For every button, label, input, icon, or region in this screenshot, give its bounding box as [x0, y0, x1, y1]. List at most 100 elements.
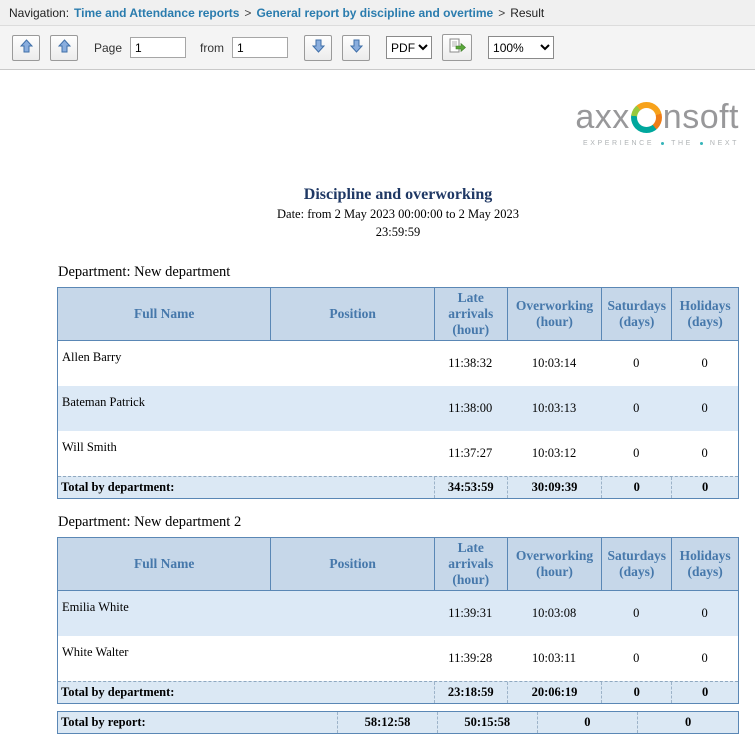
value-cell — [270, 341, 434, 386]
logo-text-left: axx — [575, 100, 629, 134]
up-arrow-icon — [58, 39, 71, 56]
report-date-line1: Date: from 2 May 2023 00:00:00 to 2 May … — [57, 207, 739, 222]
table-row: Allen Barry11:38:3210:03:1400 — [58, 341, 738, 386]
department-total-value: 23:18:59 — [434, 682, 507, 703]
breadcrumb-link-reports[interactable]: Time and Attendance reports — [74, 6, 239, 20]
export-icon — [448, 38, 467, 57]
report-total-label: Total by report: — [58, 712, 337, 733]
value-cell: 10:03:11 — [507, 636, 602, 681]
breadcrumb-separator: > — [244, 6, 251, 20]
value-cell: 0 — [601, 636, 671, 681]
department-total-value: 0 — [601, 477, 671, 498]
breadcrumb-bar: Navigation: Time and Attendance reports … — [0, 0, 755, 26]
value-cell: 0 — [601, 431, 671, 476]
value-cell: 0 — [671, 591, 738, 636]
first-page-button[interactable] — [12, 35, 40, 61]
full-name-cell: Allen Barry — [58, 341, 270, 386]
from-label: from — [200, 41, 224, 55]
total-pages-input[interactable] — [232, 37, 288, 58]
value-cell — [270, 386, 434, 431]
report-table: Full NamePositionLate arrivals (hour)Ove… — [57, 537, 739, 704]
value-cell: 11:37:27 — [434, 431, 507, 476]
report-content: Discipline and overworking Date: from 2 … — [57, 70, 739, 734]
breadcrumb-prefix: Navigation: — [9, 6, 69, 20]
toolbar: Page from PDF 100% — [0, 26, 755, 70]
value-cell: 11:38:00 — [434, 386, 507, 431]
full-name-cell: Emilia White — [58, 591, 270, 636]
next-page-button[interactable] — [304, 35, 332, 61]
value-cell: 10:03:12 — [507, 431, 602, 476]
breadcrumb-current: Result — [510, 6, 544, 20]
department-total-label: Total by department: — [58, 477, 434, 498]
table-row: White Walter11:39:2810:03:1100 — [58, 636, 738, 681]
page-number-input[interactable] — [130, 37, 186, 58]
value-cell: 10:03:08 — [507, 591, 602, 636]
value-cell: 10:03:14 — [507, 341, 602, 386]
report-total-value: 50:15:58 — [437, 712, 537, 733]
down-arrow-icon — [350, 39, 363, 56]
department-total-value: 0 — [671, 477, 738, 498]
value-cell — [270, 431, 434, 476]
department-label: Department: New department — [58, 264, 739, 281]
value-cell: 0 — [601, 341, 671, 386]
column-header: Saturdays (days) — [601, 538, 671, 590]
column-header: Holidays (days) — [671, 288, 738, 340]
logo-tagline: EXPERIENCE THE NEXT — [575, 140, 739, 147]
report-total-value: 58:12:58 — [337, 712, 437, 733]
column-header: Saturdays (days) — [601, 288, 671, 340]
table-row: Bateman Patrick11:38:0010:03:1300 — [58, 386, 738, 431]
full-name-cell: Will Smith — [58, 431, 270, 476]
department-total-row: Total by department:23:18:5920:06:1900 — [58, 681, 738, 703]
axxonsoft-logo: axx nsoft EXPERIENCE THE NEXT — [575, 100, 739, 147]
report-date-line2: 23:59:59 — [57, 225, 739, 240]
report-table: Full NamePositionLate arrivals (hour)Ove… — [57, 287, 739, 499]
value-cell — [270, 636, 434, 681]
department-label: Department: New department 2 — [58, 514, 739, 531]
previous-page-button[interactable] — [50, 35, 78, 61]
report-total-value: 0 — [637, 712, 738, 733]
page-label: Page — [94, 41, 122, 55]
table-header-row: Full NamePositionLate arrivals (hour)Ove… — [58, 538, 738, 591]
tagline-dot — [661, 142, 664, 145]
table-row: Will Smith11:37:2710:03:1200 — [58, 431, 738, 476]
report-total-row: Total by report:58:12:5850:15:5800 — [57, 711, 739, 734]
column-header: Late arrivals (hour) — [434, 288, 507, 340]
value-cell: 0 — [671, 431, 738, 476]
export-button[interactable] — [442, 34, 472, 61]
full-name-cell: White Walter — [58, 636, 270, 681]
value-cell: 11:39:31 — [434, 591, 507, 636]
department-total-value: 30:09:39 — [507, 477, 602, 498]
value-cell: 11:39:28 — [434, 636, 507, 681]
column-header: Position — [270, 288, 434, 340]
table-header-row: Full NamePositionLate arrivals (hour)Ove… — [58, 288, 738, 341]
column-header: Late arrivals (hour) — [434, 538, 507, 590]
column-header: Holidays (days) — [671, 538, 738, 590]
department-total-value: 20:06:19 — [507, 682, 602, 703]
column-header: Overworking (hour) — [507, 538, 602, 590]
export-format-select[interactable]: PDF — [386, 36, 432, 59]
value-cell — [270, 591, 434, 636]
down-arrow-icon — [312, 39, 325, 56]
column-header: Position — [270, 538, 434, 590]
tagline-word: NEXT — [710, 140, 739, 147]
up-arrow-icon — [20, 39, 33, 56]
last-page-button[interactable] — [342, 35, 370, 61]
department-total-label: Total by department: — [58, 682, 434, 703]
column-header: Full Name — [58, 538, 270, 590]
value-cell: 0 — [671, 341, 738, 386]
breadcrumb-link-general-report[interactable]: General report by discipline and overtim… — [256, 6, 493, 20]
tagline-word: EXPERIENCE — [583, 140, 654, 147]
report-page: axx nsoft EXPERIENCE THE NEXT Discipline… — [0, 70, 755, 745]
value-cell: 0 — [601, 591, 671, 636]
logo-text-right: nsoft — [663, 100, 739, 134]
value-cell: 0 — [601, 386, 671, 431]
column-header: Full Name — [58, 288, 270, 340]
zoom-select[interactable]: 100% — [488, 36, 554, 59]
breadcrumb-separator: > — [498, 6, 505, 20]
table-row: Emilia White11:39:3110:03:0800 — [58, 591, 738, 636]
value-cell: 11:38:32 — [434, 341, 507, 386]
department-total-value: 34:53:59 — [434, 477, 507, 498]
report-tables: Department: New departmentFull NamePosit… — [57, 264, 739, 734]
value-cell: 10:03:13 — [507, 386, 602, 431]
value-cell: 0 — [671, 386, 738, 431]
